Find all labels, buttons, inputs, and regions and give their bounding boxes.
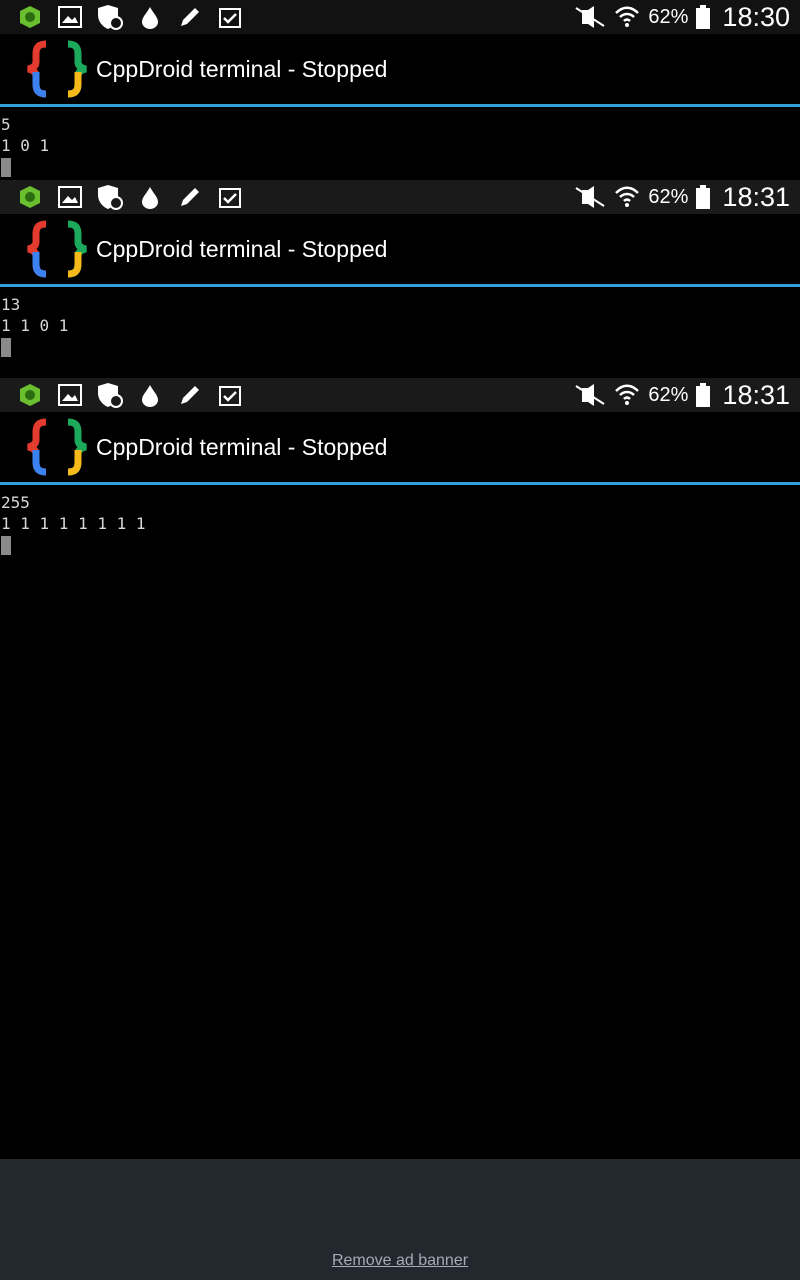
terminal-output[interactable]: 5 1 0 1	[0, 107, 800, 177]
pest-icon	[16, 183, 44, 211]
wifi-icon	[614, 184, 640, 210]
battery-percent: 62%	[648, 5, 689, 28]
ad-banner-area: Remove ad banner	[0, 1159, 800, 1280]
clipboard-check-icon	[216, 381, 244, 409]
status-bar: 62% 18:30	[0, 0, 800, 34]
shield-sync-icon	[96, 381, 124, 409]
output-line: 1 1 1 1 1 1 1 1	[1, 514, 146, 533]
image-icon	[56, 3, 84, 31]
drop-icon	[136, 183, 164, 211]
app-title: CppDroid terminal - Stopped	[96, 433, 388, 460]
cppdroid-logo-icon	[24, 418, 90, 476]
battery-percent: 62%	[648, 185, 689, 208]
terminal-screenshot-1: 62% 18:30 CppDroid terminal - Stopped 5 1…	[0, 0, 800, 177]
battery-icon	[696, 383, 711, 407]
clipboard-check-icon	[216, 183, 244, 211]
cppdroid-logo-icon	[24, 40, 90, 98]
status-clock: 18:31	[722, 379, 790, 410]
output-line: 13	[1, 295, 21, 314]
output-line: 255	[1, 493, 30, 512]
status-bar: 62% 18:31	[0, 378, 800, 412]
battery-percent: 62%	[648, 383, 689, 406]
pencil-icon	[176, 3, 204, 31]
terminal-cursor	[1, 536, 11, 555]
image-icon	[56, 381, 84, 409]
mute-icon	[574, 6, 606, 28]
action-bar: CppDroid terminal - Stopped	[0, 214, 800, 284]
status-bar: 62% 18:31	[0, 180, 800, 214]
status-clock: 18:31	[722, 181, 790, 212]
cppdroid-logo-icon	[24, 220, 90, 278]
pencil-icon	[176, 381, 204, 409]
pencil-icon	[176, 183, 204, 211]
terminal-screenshot-3: 62% 18:31 CppDroid terminal - Stopped 25…	[0, 378, 800, 555]
status-clock: 18:30	[722, 1, 790, 32]
image-icon	[56, 183, 84, 211]
terminal-screenshot-2: 62% 18:31 CppDroid terminal - Stopped 13…	[0, 180, 800, 357]
clipboard-check-icon	[216, 3, 244, 31]
drop-icon	[136, 381, 164, 409]
shield-sync-icon	[96, 183, 124, 211]
pest-icon	[16, 381, 44, 409]
terminal-cursor	[1, 158, 11, 177]
terminal-cursor	[1, 338, 11, 357]
app-title: CppDroid terminal - Stopped	[96, 55, 388, 82]
output-line: 5	[1, 115, 11, 134]
mute-icon	[574, 186, 606, 208]
terminal-output[interactable]: 255 1 1 1 1 1 1 1 1	[0, 485, 800, 555]
action-bar: CppDroid terminal - Stopped	[0, 412, 800, 482]
battery-icon	[696, 185, 711, 209]
wifi-icon	[614, 4, 640, 30]
output-line: 1 0 1	[1, 136, 50, 155]
output-line: 1 1 0 1	[1, 316, 69, 335]
drop-icon	[136, 3, 164, 31]
remove-ad-banner-link[interactable]: Remove ad banner	[332, 1252, 468, 1270]
app-title: CppDroid terminal - Stopped	[96, 235, 388, 262]
battery-icon	[696, 5, 711, 29]
terminal-output[interactable]: 13 1 1 0 1	[0, 287, 800, 357]
shield-sync-icon	[96, 3, 124, 31]
mute-icon	[574, 384, 606, 406]
wifi-icon	[614, 382, 640, 408]
pest-icon	[16, 3, 44, 31]
action-bar: CppDroid terminal - Stopped	[0, 34, 800, 104]
